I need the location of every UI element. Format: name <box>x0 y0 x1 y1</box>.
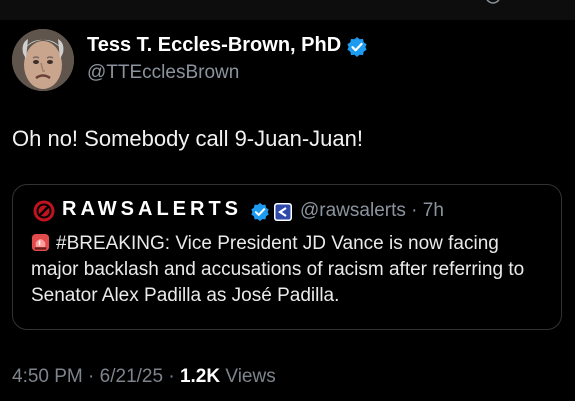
author-handle[interactable]: @TTEcclesBrown <box>87 62 239 84</box>
quote-body-text: #BREAKING: Vice President JD Vance is no… <box>31 233 525 306</box>
rawsalerts-logo-icon[interactable] <box>33 200 55 222</box>
tweet-text: Oh no! Somebody call 9-Juan-Juan! <box>12 126 363 151</box>
quote-handle-time[interactable]: @rawsalerts · 7h <box>300 200 444 222</box>
quote-tweet-card[interactable]: RAWSALERTS @rawsalerts · 7h #BREAKING: V… <box>12 184 562 330</box>
tweet-time[interactable]: 4:50 PM <box>12 366 83 387</box>
siren-icon <box>31 233 50 252</box>
quote-body: #BREAKING: Vice President JD Vance is no… <box>31 231 551 309</box>
separator: · <box>168 366 175 387</box>
affiliate-badge-icon[interactable] <box>273 202 293 222</box>
tweet-date[interactable]: 6/21/25 <box>100 366 163 387</box>
author-name[interactable]: Tess T. Eccles-Brown, PhD <box>87 34 341 57</box>
top-bar <box>0 0 575 20</box>
views-count: 1.2K <box>179 366 221 387</box>
verified-badge-icon <box>347 37 367 57</box>
avatar[interactable] <box>12 29 74 91</box>
quote-author-name[interactable]: RAWSALERTS <box>62 198 242 221</box>
views-label: Views <box>225 366 276 387</box>
separator: · <box>88 366 95 387</box>
verified-badge-icon <box>251 202 269 222</box>
more-icon[interactable] <box>485 0 501 6</box>
tweet-meta: 4:50 PM · 6/21/25 · 1.2K Views <box>12 366 276 388</box>
